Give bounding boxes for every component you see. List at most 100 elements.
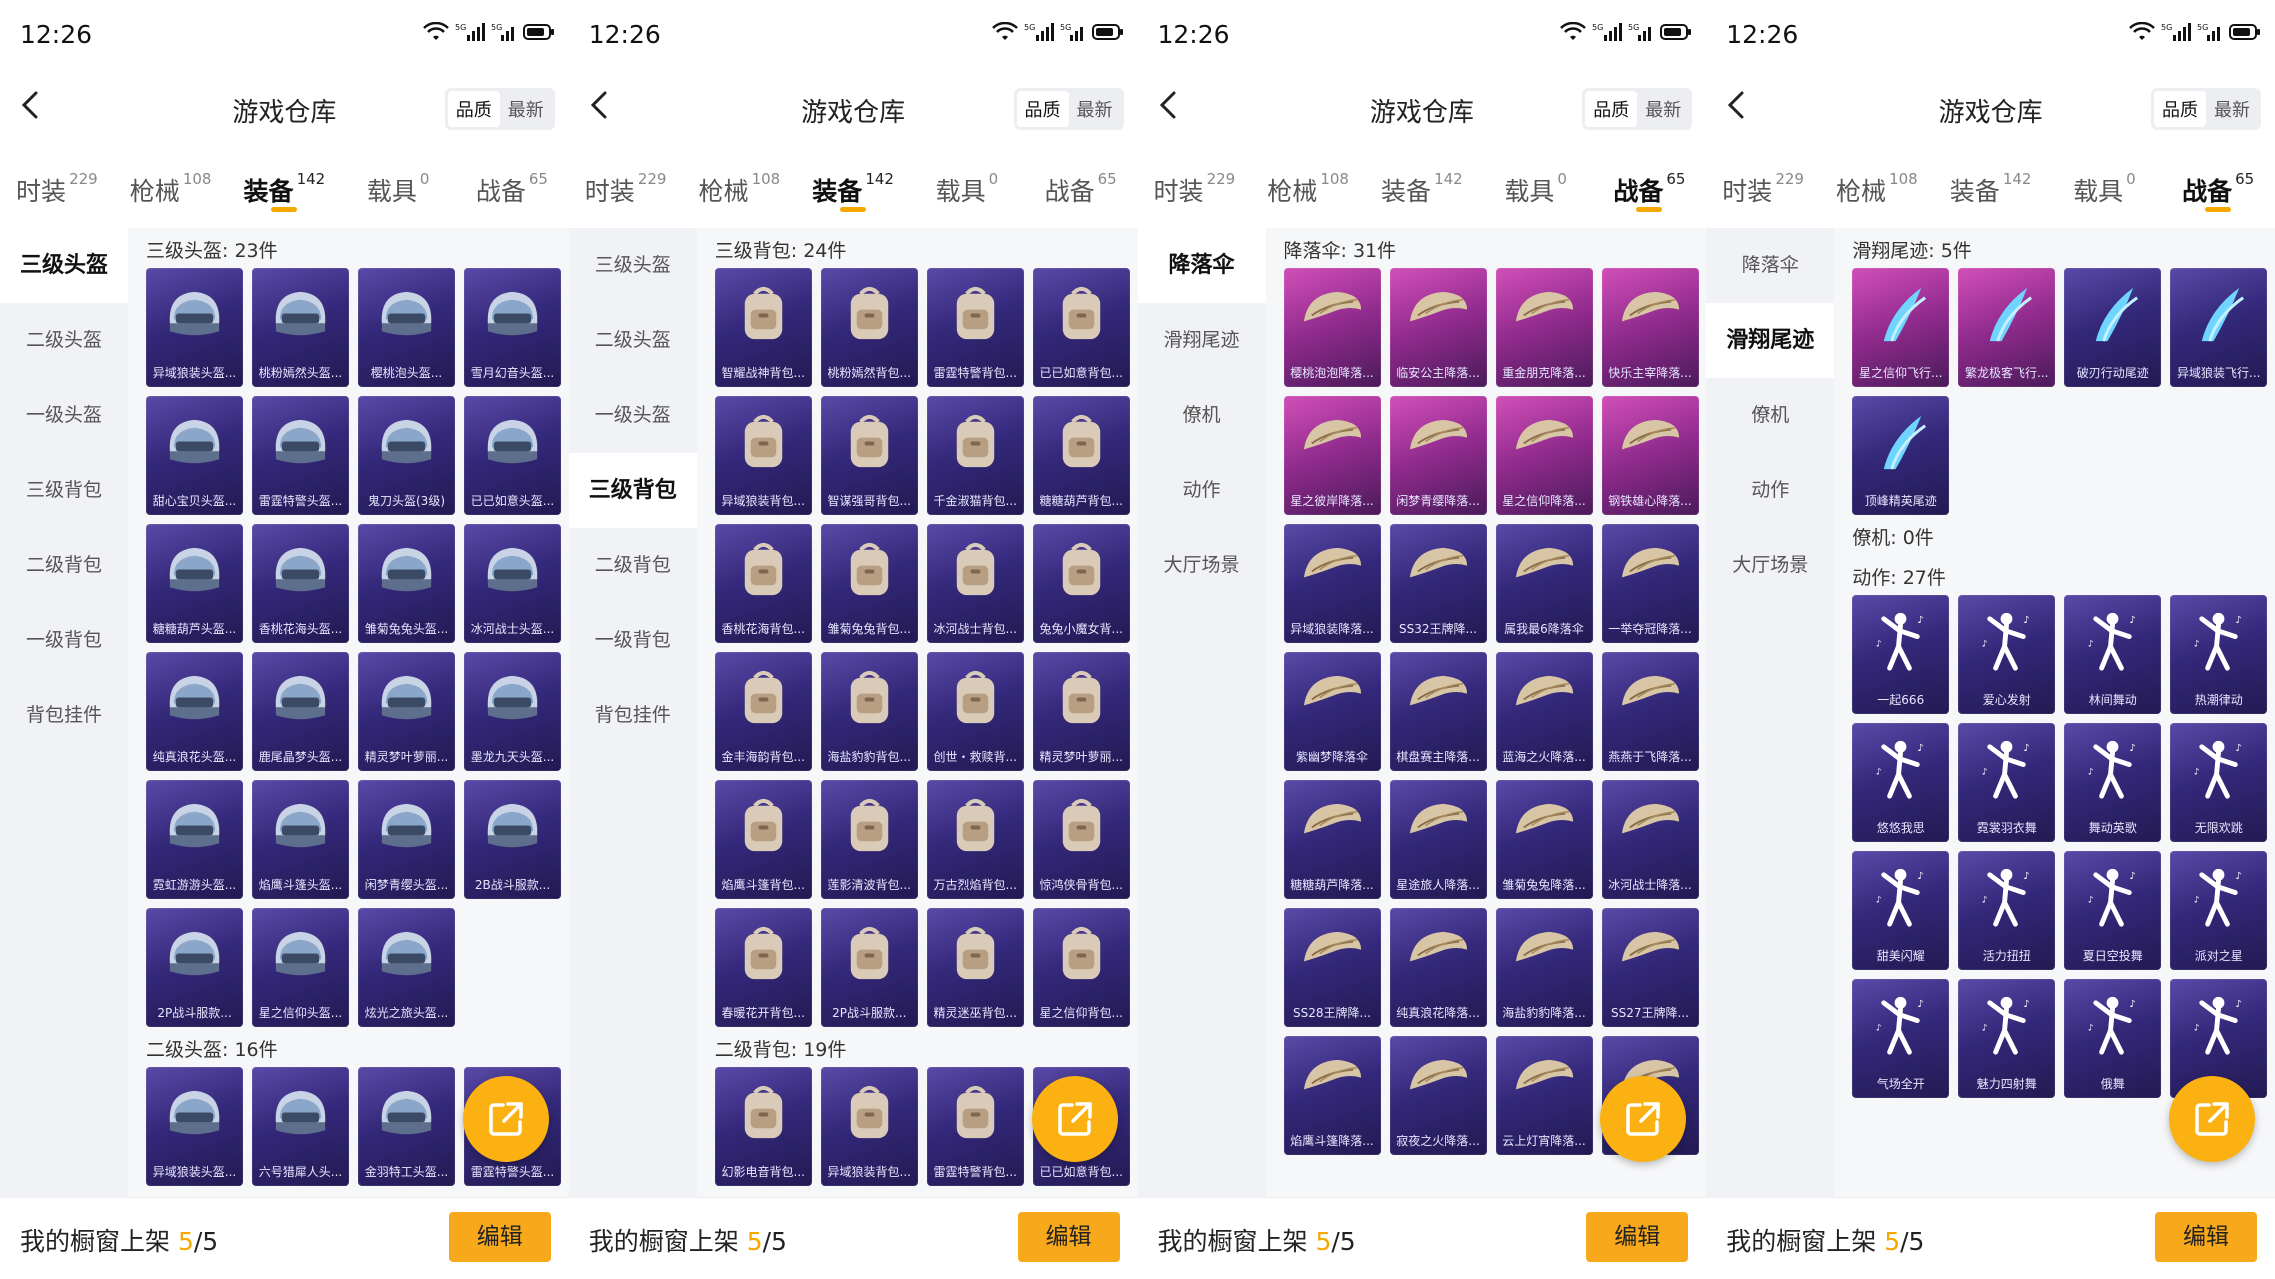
- item-card[interactable]: 蓝海之火降落...: [1495, 652, 1593, 771]
- subcategory-item[interactable]: 大厅场景: [1138, 528, 1266, 603]
- tab-3[interactable]: 载具 0: [910, 142, 1024, 228]
- item-card[interactable]: 闲梦青缨降落...: [1389, 396, 1487, 515]
- subcategory-item[interactable]: 三级头盔: [0, 228, 128, 303]
- item-card[interactable]: 精灵梦叶萝丽...: [358, 652, 455, 771]
- item-card[interactable]: 顶峰精英尾迹: [1852, 396, 1950, 515]
- share-fab[interactable]: [1600, 1076, 1687, 1162]
- item-card[interactable]: 冰河战士背包...: [926, 524, 1024, 643]
- subcategory-item[interactable]: 三级背包: [0, 453, 128, 528]
- tab-0[interactable]: 时装 229: [0, 142, 114, 228]
- item-card[interactable]: 星之信仰头盔...: [252, 908, 349, 1027]
- item-card[interactable]: 海盐豹豹背包...: [820, 652, 918, 771]
- item-card[interactable]: ♪ ♪ 爱心发射: [1958, 595, 2056, 714]
- item-card[interactable]: 霓虹游游头盔...: [146, 780, 243, 899]
- subcategory-item[interactable]: 一级背包: [0, 603, 128, 678]
- item-card[interactable]: ♪ ♪ 林间舞动: [2064, 595, 2162, 714]
- tab-0[interactable]: 时装 229: [1138, 142, 1252, 228]
- item-content[interactable]: 降落伞: 31件 樱桃泡泡降落... 临安公主降落... 重金朋克降落... 快乐主宰降…: [1274, 228, 1707, 1198]
- item-card[interactable]: 闲梦青缨头盔...: [358, 780, 455, 899]
- item-card[interactable]: 金丰海韵背包...: [714, 652, 812, 771]
- item-card[interactable]: 纯真浪花头盔...: [146, 652, 243, 771]
- subcategory-item[interactable]: 三级背包: [568, 453, 697, 528]
- tab-2[interactable]: 装备 142: [796, 142, 910, 228]
- item-card[interactable]: 春暖花开背包...: [714, 908, 812, 1027]
- tab-2[interactable]: 装备 142: [228, 142, 342, 228]
- item-card[interactable]: ♪ ♪ 甜美闪耀: [1852, 851, 1950, 970]
- item-card[interactable]: ♪ ♪ 霓裳羽衣舞: [1958, 723, 2056, 842]
- subcategory-item[interactable]: 二级背包: [569, 528, 697, 603]
- item-card[interactable]: 雏菊兔兔背包...: [820, 524, 918, 643]
- item-card[interactable]: 异域狼装降落...: [1283, 524, 1381, 643]
- sort-toggle[interactable]: 品质 最新: [444, 88, 555, 130]
- tab-0[interactable]: 时装 229: [569, 142, 683, 228]
- sort-quality-button[interactable]: 品质: [1585, 91, 1638, 127]
- subcategory-item[interactable]: 僚机: [1706, 378, 1834, 453]
- item-content[interactable]: 三级头盔: 23件 异域狼装头盔... 桃粉嫣然头盔... 樱桃泡头盔... 雪月幻音头…: [136, 228, 569, 1198]
- item-card[interactable]: 冰河战士降落...: [1601, 780, 1699, 899]
- item-card[interactable]: 雏菊兔兔降落...: [1495, 780, 1593, 899]
- sort-toggle[interactable]: 品质 最新: [1582, 88, 1693, 130]
- item-card[interactable]: 2P战斗服款...: [820, 908, 918, 1027]
- item-card[interactable]: ♪ ♪ 舞动英歌: [2064, 723, 2162, 842]
- tab-1[interactable]: 枪械 108: [683, 142, 797, 228]
- tab-4[interactable]: 战备 65: [455, 142, 569, 228]
- item-card[interactable]: 雪月幻音头盔...: [464, 268, 561, 387]
- item-card[interactable]: 精灵迷巫背包...: [926, 908, 1024, 1027]
- item-card[interactable]: ♪ ♪ 热潮律动: [2170, 595, 2268, 714]
- item-card[interactable]: 2B战斗服款...: [464, 780, 561, 899]
- item-card[interactable]: 繁龙极客飞行...: [1958, 268, 2056, 387]
- tab-1[interactable]: 枪械 108: [114, 142, 228, 228]
- tab-4[interactable]: 战备 65: [1024, 142, 1138, 228]
- item-card[interactable]: 雷霆特警背包...: [926, 1067, 1024, 1186]
- item-card[interactable]: 纯真浪花降落...: [1389, 908, 1487, 1027]
- item-card[interactable]: 一举夺冠降落...: [1601, 524, 1699, 643]
- item-card[interactable]: 2P战斗服款...: [146, 908, 243, 1027]
- item-card[interactable]: 临安公主降落...: [1389, 268, 1487, 387]
- item-card[interactable]: 棋盘赛主降落...: [1389, 652, 1487, 771]
- subcategory-item[interactable]: 二级背包: [0, 528, 128, 603]
- item-card[interactable]: 兔兔小魔女背...: [1032, 524, 1130, 643]
- tab-2[interactable]: 装备 142: [1934, 142, 2048, 228]
- item-card[interactable]: 雷霆特警背包...: [926, 268, 1024, 387]
- item-card[interactable]: 雏菊兔兔头盔...: [358, 524, 455, 643]
- subcategory-item[interactable]: 动作: [1706, 453, 1834, 528]
- subcategory-item[interactable]: 二级头盔: [0, 303, 128, 378]
- item-card[interactable]: 甜心宝贝头盔...: [146, 396, 243, 515]
- item-card[interactable]: 钢铁雄心降落...: [1601, 396, 1699, 515]
- item-card[interactable]: 冰河战士头盔...: [464, 524, 561, 643]
- item-card[interactable]: 糖糖葫芦背包...: [1032, 396, 1130, 515]
- item-card[interactable]: SS32王牌降...: [1389, 524, 1487, 643]
- subcategory-item[interactable]: 动作: [1138, 453, 1266, 528]
- subcategory-item[interactable]: 一级头盔: [569, 378, 697, 453]
- item-card[interactable]: 快乐主宰降落...: [1601, 268, 1699, 387]
- sort-toggle[interactable]: 品质 最新: [1013, 88, 1124, 130]
- subcategory-item[interactable]: 滑翔尾迹: [1706, 303, 1835, 378]
- tab-3[interactable]: 载具 0: [1479, 142, 1593, 228]
- subcategory-item[interactable]: 大厅场景: [1706, 528, 1834, 603]
- item-content[interactable]: 滑翔尾迹: 5件 星之信仰飞行... 繁龙极客飞行... 破刃行动尾迹 异域狼装飞行..…: [1842, 228, 2275, 1198]
- item-card[interactable]: 炫光之旅头盔...: [358, 908, 455, 1027]
- item-card[interactable]: 香桃花海头盔...: [252, 524, 349, 643]
- item-card[interactable]: 异域狼装头盔...: [146, 1067, 243, 1186]
- item-card[interactable]: 樱桃泡泡降落...: [1283, 268, 1381, 387]
- item-card[interactable]: 金羽特工头盔...: [358, 1067, 455, 1186]
- item-card[interactable]: 已已如意背包...: [1032, 268, 1130, 387]
- edit-button[interactable]: 编辑: [2155, 1212, 2257, 1262]
- item-card[interactable]: 糖糖葫芦头盔...: [146, 524, 243, 643]
- item-card[interactable]: 惊鸿侠骨背包...: [1032, 780, 1130, 899]
- item-card[interactable]: 鹿尾晶梦头盔...: [252, 652, 349, 771]
- item-card[interactable]: 桃粉嫣然头盔...: [252, 268, 349, 387]
- item-card[interactable]: 异域狼装背包...: [820, 1067, 918, 1186]
- sort-latest-button[interactable]: 最新: [2206, 91, 2258, 127]
- sort-toggle[interactable]: 品质 最新: [2151, 88, 2261, 130]
- sort-latest-button[interactable]: 最新: [500, 91, 552, 127]
- share-fab[interactable]: [462, 1076, 549, 1162]
- item-card[interactable]: 创世・救赎背...: [926, 652, 1024, 771]
- item-card[interactable]: 糖糖葫芦降落...: [1283, 780, 1381, 899]
- item-card[interactable]: 已已如意头盔...: [464, 396, 561, 515]
- subcategory-item[interactable]: 僚机: [1138, 378, 1266, 453]
- item-card[interactable]: 焰鹰斗篷降落...: [1283, 1036, 1381, 1155]
- subcategory-item[interactable]: 滑翔尾迹: [1138, 303, 1266, 378]
- item-card[interactable]: 海盐豹豹降落...: [1495, 908, 1593, 1027]
- item-content[interactable]: 三级背包: 24件 智耀战神背包... 桃粉嫣然背包... 雷霆特警背包... 已已如意…: [705, 228, 1138, 1198]
